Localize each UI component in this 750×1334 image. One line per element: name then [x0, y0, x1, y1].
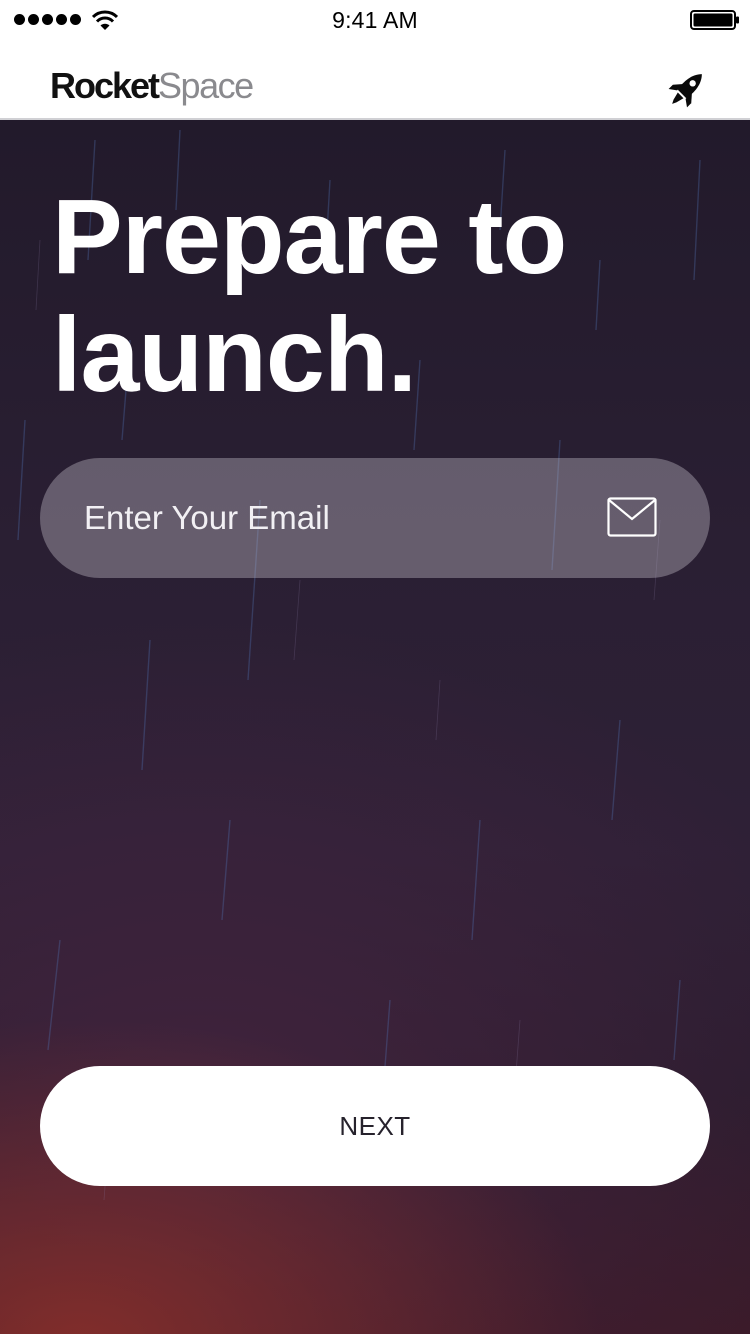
app-screen: 9:41 AM RocketSpace Prepare to launch. E… — [0, 0, 750, 1334]
nav-bar: RocketSpace — [0, 40, 750, 120]
status-bar: 9:41 AM — [0, 0, 750, 40]
logo-secondary-text: Space — [158, 65, 254, 106]
rocket-icon[interactable] — [664, 66, 710, 112]
battery-icon — [690, 10, 739, 30]
headline: Prepare to launch. — [52, 178, 567, 414]
logo-primary-text: Rocket — [50, 65, 160, 106]
email-input[interactable] — [84, 488, 584, 548]
email-field[interactable] — [40, 458, 710, 578]
hero-background: Prepare to launch. NEXT — [0, 120, 750, 1334]
next-button[interactable]: NEXT — [40, 1066, 710, 1186]
status-time: 9:41 AM — [332, 7, 418, 33]
envelope-icon — [607, 497, 657, 537]
app-logo[interactable]: RocketSpace — [50, 64, 254, 108]
